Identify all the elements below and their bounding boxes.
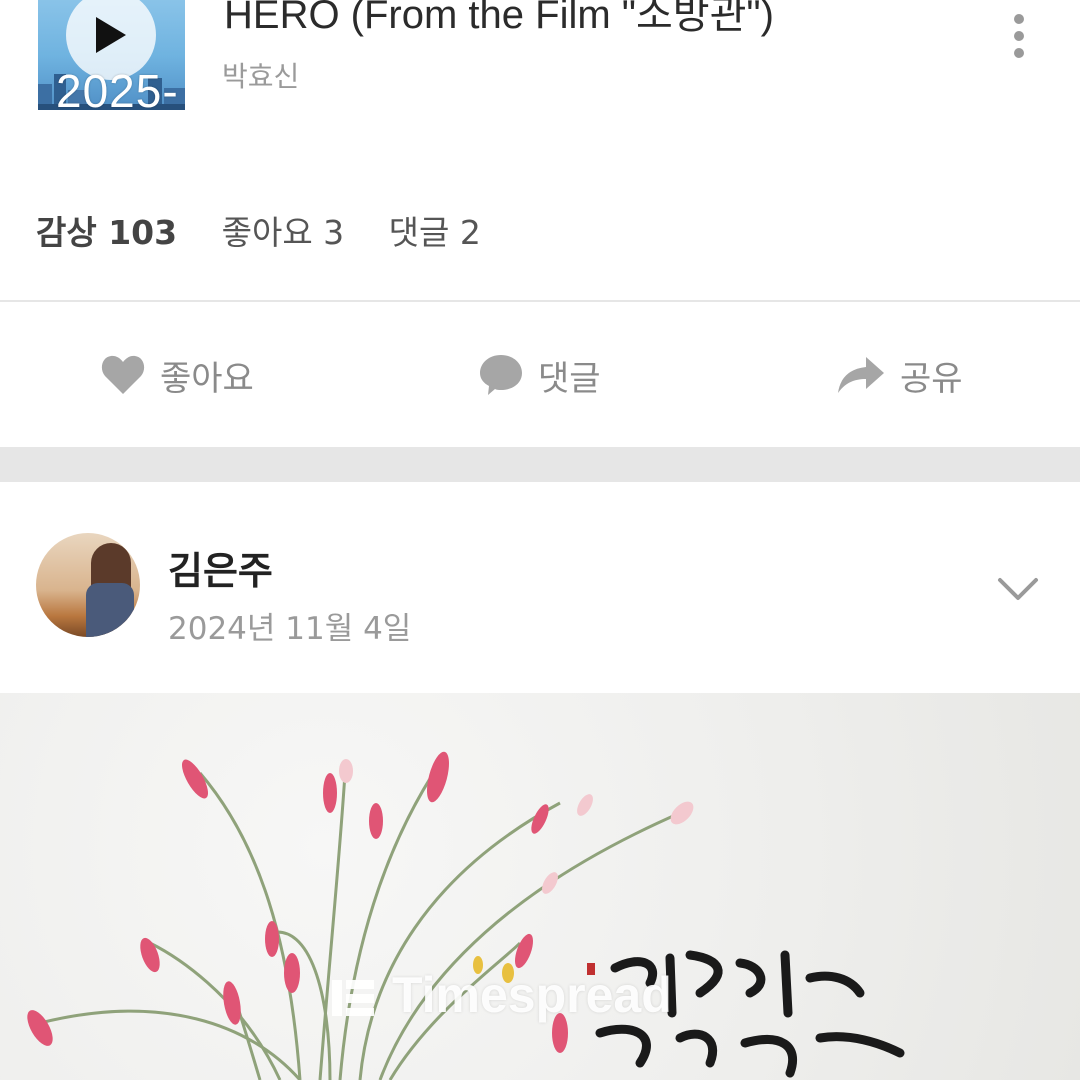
share-arrow-icon	[838, 357, 884, 393]
share-label: 공유	[900, 358, 963, 399]
song-title[interactable]: HERO (From the Film "소방관")	[224, 0, 774, 40]
overlay-date-text: 2025-	[56, 65, 179, 117]
section-separator	[0, 447, 1080, 482]
action-bar: 좋아요 댓글 공유	[0, 340, 1080, 410]
play-icon	[96, 17, 126, 53]
artist-name[interactable]: 박효신	[222, 55, 299, 95]
heart-icon	[101, 355, 145, 394]
stats-row: 감상 103 좋아요 3 댓글 2	[36, 206, 515, 254]
comment-label: 댓글	[538, 358, 601, 399]
author-name[interactable]: 김은주	[168, 540, 273, 595]
watermark-text: Timespread	[392, 967, 672, 1023]
music-card[interactable]: 2025- HERO (From the Film "소방관") 박효신	[0, 0, 1080, 150]
likes-count[interactable]: 좋아요 3	[222, 213, 345, 252]
comment-button[interactable]: 댓글	[478, 340, 601, 410]
like-button[interactable]: 좋아요	[100, 340, 254, 410]
avatar[interactable]	[36, 533, 140, 637]
chevron-down-icon[interactable]	[996, 574, 1040, 606]
divider	[0, 300, 1080, 302]
more-options-icon[interactable]	[1006, 12, 1032, 62]
views-count: 감상 103	[36, 213, 178, 252]
share-button[interactable]: 공유	[836, 340, 963, 410]
post-date: 2024년 11월 4일	[168, 611, 412, 647]
speech-bubble-icon	[480, 355, 522, 395]
watermark-logo-icon	[332, 980, 374, 1016]
like-label: 좋아요	[160, 358, 254, 399]
avatar-coat-shape	[86, 583, 134, 637]
comments-count[interactable]: 댓글 2	[389, 213, 481, 252]
